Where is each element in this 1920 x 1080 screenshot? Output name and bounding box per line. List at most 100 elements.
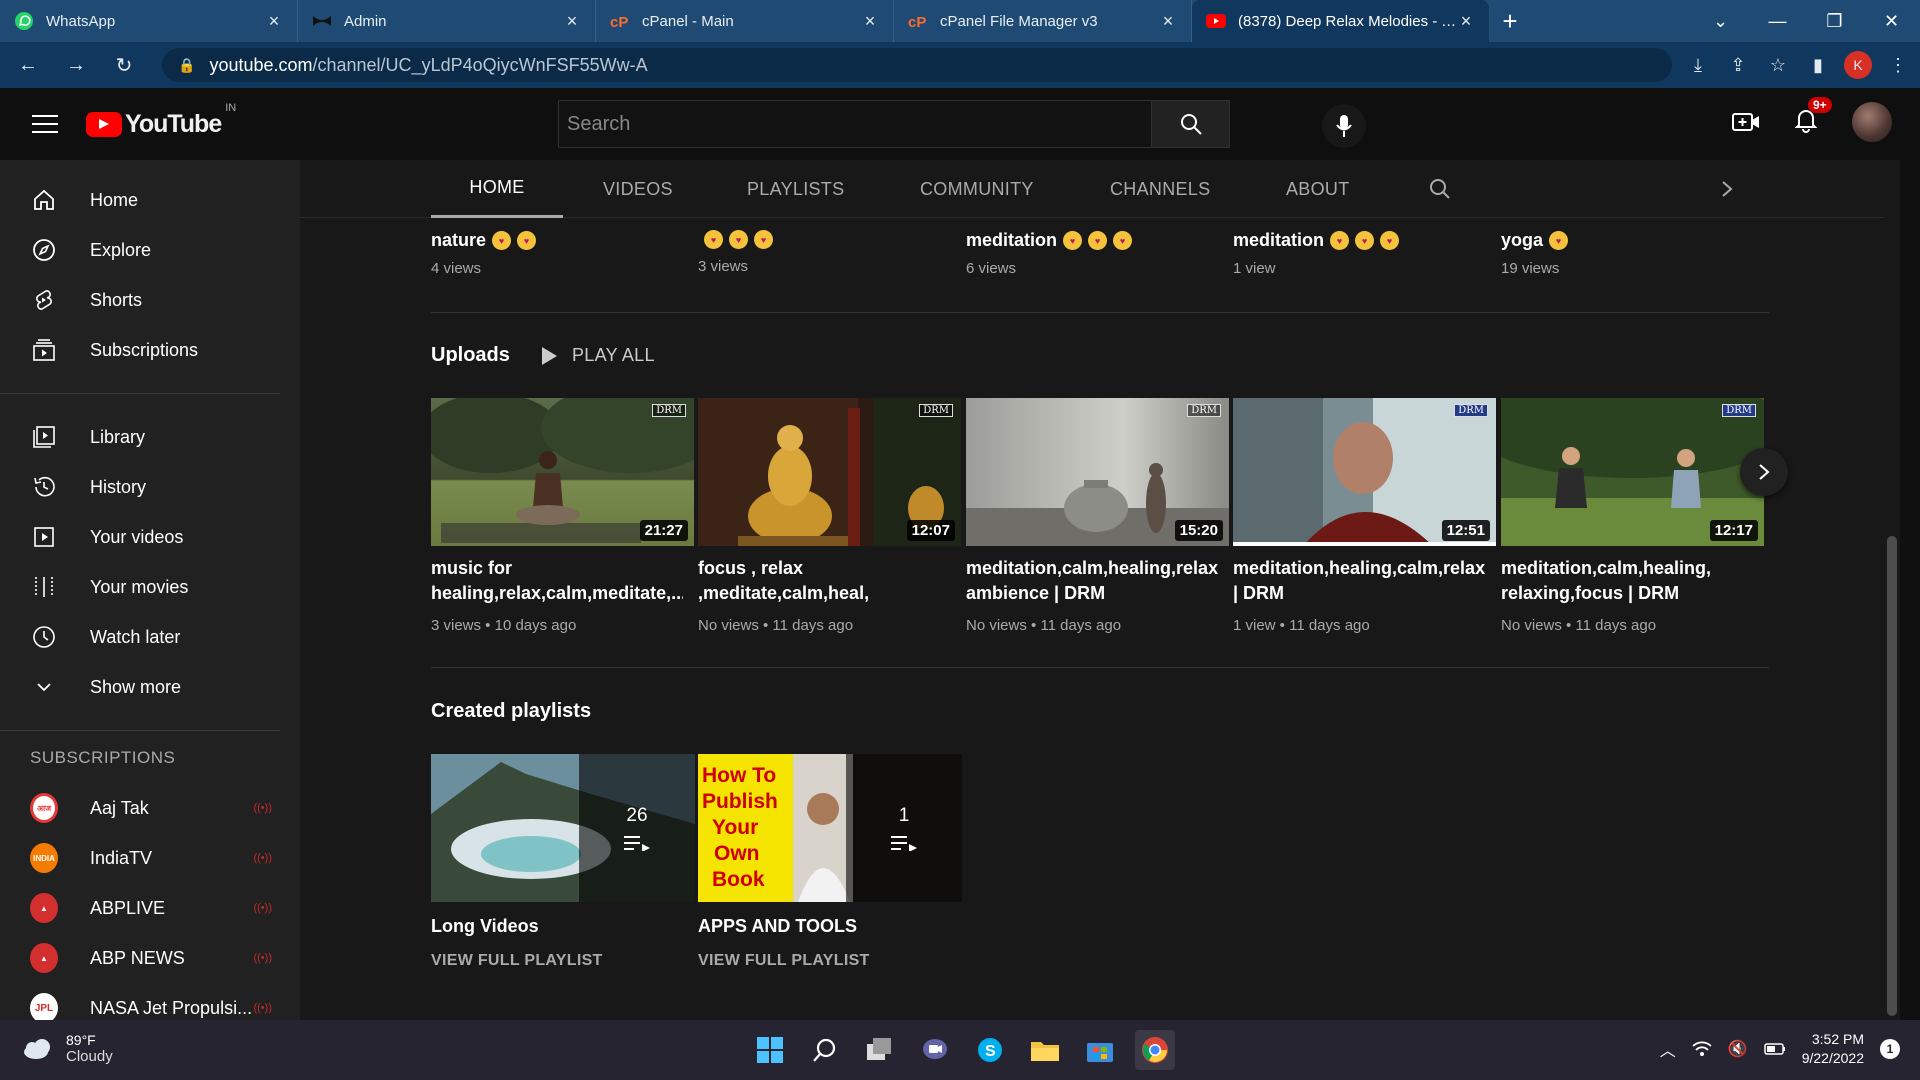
chat-icon[interactable] bbox=[915, 1030, 955, 1070]
subscription-abplive[interactable]: ▲ ABPLIVE ((•)) bbox=[0, 883, 300, 933]
video-card[interactable]: ♥ ♥ ♥ 3 views bbox=[698, 230, 960, 275]
battery-icon[interactable] bbox=[1763, 1043, 1786, 1055]
subscription-aaj-tak[interactable]: आज Aaj Tak ((•)) bbox=[0, 783, 300, 833]
tab-home[interactable]: HOME bbox=[431, 160, 563, 218]
system-clock[interactable]: 3:52 PM 9/22/2022 bbox=[1802, 1030, 1864, 1068]
close-icon[interactable]: × bbox=[1457, 11, 1475, 32]
video-card[interactable]: meditation ♥ ♥ ♥ 6 views bbox=[966, 230, 1228, 277]
scrollbar-thumb[interactable] bbox=[1887, 536, 1897, 1016]
video-thumbnail[interactable]: DRM 15:20 bbox=[966, 398, 1229, 546]
chevron-up-icon[interactable]: ︿ bbox=[1660, 1037, 1676, 1061]
sidebar-item-history[interactable]: History bbox=[0, 462, 300, 512]
voice-search-button[interactable] bbox=[1322, 104, 1366, 148]
reload-button[interactable]: ↻ bbox=[104, 45, 144, 85]
uploads-heading[interactable]: Uploads bbox=[431, 344, 510, 367]
tab-community[interactable]: COMMUNITY bbox=[920, 160, 1034, 218]
forward-button[interactable]: → bbox=[56, 45, 96, 85]
drm-badge: DRM bbox=[1187, 404, 1221, 417]
video-title[interactable]: meditation,healing,calm,relaxi | DRM bbox=[1233, 556, 1485, 608]
playlist-title[interactable]: Long Videos bbox=[431, 916, 539, 937]
minimize-button[interactable]: — bbox=[1749, 0, 1806, 42]
account-avatar[interactable] bbox=[1852, 102, 1892, 142]
sidebar-item-home[interactable]: Home bbox=[0, 175, 300, 225]
close-window-button[interactable]: ✕ bbox=[1863, 0, 1920, 42]
tab-search-icon[interactable]: ⌄ bbox=[1692, 0, 1749, 42]
create-video-icon[interactable] bbox=[1732, 111, 1760, 133]
new-tab-button[interactable]: + bbox=[1490, 0, 1530, 42]
back-button[interactable]: ← bbox=[8, 45, 48, 85]
bookmark-star-icon[interactable]: ☆ bbox=[1764, 51, 1792, 79]
microsoft-store-icon[interactable] bbox=[1080, 1030, 1120, 1070]
channel-content: nature ♥ ♥ 4 views ♥ ♥ ♥ 3 views meditation ♥… bbox=[300, 160, 1900, 1020]
speaker-muted-icon[interactable]: 🔇 bbox=[1728, 1039, 1748, 1059]
video-thumbnail[interactable]: DRM 21:27 bbox=[431, 398, 694, 546]
menu-kebab-icon[interactable]: ⋮ bbox=[1884, 51, 1912, 79]
search-button[interactable] bbox=[1152, 100, 1230, 148]
sidebar-item-your-videos[interactable]: Your videos bbox=[0, 512, 300, 562]
tab-cpanel-main[interactable]: cP cPanel - Main × bbox=[596, 0, 894, 42]
close-icon[interactable]: × bbox=[1159, 11, 1177, 32]
chevron-right-icon[interactable] bbox=[1720, 160, 1734, 218]
file-explorer-icon[interactable] bbox=[1025, 1030, 1065, 1070]
sidebar-item-your-movies[interactable]: Your movies bbox=[0, 562, 300, 612]
video-title[interactable]: focus , relax ,meditate,calm,heal, ambie… bbox=[698, 556, 950, 608]
hamburger-menu-icon[interactable] bbox=[32, 109, 58, 139]
page-scrollbar[interactable] bbox=[1884, 160, 1900, 1020]
sidebar-item-subscriptions[interactable]: Subscriptions bbox=[0, 325, 300, 375]
wifi-icon[interactable] bbox=[1692, 1041, 1712, 1057]
share-icon[interactable]: ⇪ bbox=[1724, 51, 1752, 79]
install-icon[interactable]: ⤓ bbox=[1684, 51, 1712, 79]
video-thumbnail[interactable]: DRM 12:51 bbox=[1233, 398, 1496, 546]
playlist-thumbnail[interactable]: 26 bbox=[431, 754, 695, 902]
notifications-button[interactable]: 9+ bbox=[1794, 96, 1832, 138]
restore-button[interactable]: ❐ bbox=[1806, 0, 1863, 42]
video-thumbnail[interactable]: DRM 12:07 bbox=[698, 398, 961, 546]
video-title[interactable]: music for healing,relax,calm,meditate,..… bbox=[431, 556, 683, 608]
tab-cpanel-file-manager[interactable]: cP cPanel File Manager v3 × bbox=[894, 0, 1192, 42]
tab-videos[interactable]: VIDEOS bbox=[603, 160, 673, 218]
sidebar-item-show-more[interactable]: Show more bbox=[0, 662, 300, 712]
side-panel-icon[interactable]: ▮ bbox=[1804, 51, 1832, 79]
search-icon[interactable] bbox=[805, 1030, 845, 1070]
tab-playlists[interactable]: PLAYLISTS bbox=[747, 160, 844, 218]
video-card[interactable]: meditation ♥ ♥ ♥ 1 view bbox=[1233, 230, 1495, 277]
tab-about[interactable]: ABOUT bbox=[1286, 160, 1350, 218]
close-icon[interactable]: × bbox=[563, 11, 581, 32]
carousel-next-button[interactable] bbox=[1740, 448, 1788, 496]
lock-icon[interactable]: 🔒 bbox=[178, 57, 195, 74]
subscription-abp-news[interactable]: ▲ ABP NEWS ((•)) bbox=[0, 933, 300, 983]
windows-start-icon[interactable] bbox=[750, 1030, 790, 1070]
subscription-nasa-jpl[interactable]: JPL NASA Jet Propulsi... ((•)) bbox=[0, 983, 300, 1020]
profile-avatar[interactable]: K bbox=[1844, 51, 1872, 79]
sidebar-item-watch-later[interactable]: Watch later bbox=[0, 612, 300, 662]
weather-widget[interactable]: 89°F Cloudy bbox=[22, 1032, 113, 1065]
chrome-icon[interactable] bbox=[1135, 1030, 1175, 1070]
playlist-title[interactable]: APPS AND TOOLS bbox=[698, 916, 857, 937]
video-title[interactable]: meditation,calm,healing, relaxing,focus … bbox=[1501, 556, 1753, 608]
close-icon[interactable]: × bbox=[861, 11, 879, 32]
url-input[interactable]: 🔒 youtube.com/channel/UC_yLdP4oQiycWnFSF… bbox=[162, 48, 1672, 82]
subscription-indiatv[interactable]: INDIA IndiaTV ((•)) bbox=[0, 833, 300, 883]
video-card[interactable]: nature ♥ ♥ 4 views bbox=[431, 230, 693, 277]
video-card[interactable]: yoga ♥ 19 views bbox=[1501, 230, 1763, 277]
view-full-playlist-link[interactable]: VIEW FULL PLAYLIST bbox=[698, 952, 870, 970]
tab-whatsapp[interactable]: WhatsApp × bbox=[0, 0, 298, 42]
skype-icon[interactable]: S bbox=[970, 1030, 1010, 1070]
youtube-logo[interactable]: YouTube IN bbox=[86, 102, 236, 139]
tab-youtube[interactable]: (8378) Deep Relax Melodies - You × bbox=[1192, 0, 1490, 42]
close-icon[interactable]: × bbox=[265, 11, 283, 32]
sidebar-item-explore[interactable]: Explore bbox=[0, 225, 300, 275]
search-input[interactable]: Search bbox=[558, 100, 1152, 148]
notification-center-badge[interactable]: 1 bbox=[1880, 1039, 1900, 1059]
tab-channels[interactable]: CHANNELS bbox=[1110, 160, 1210, 218]
view-full-playlist-link[interactable]: VIEW FULL PLAYLIST bbox=[431, 952, 603, 970]
play-all-button[interactable]: PLAY ALL bbox=[540, 345, 655, 366]
video-title[interactable]: meditation,calm,healing,relaxa ambience … bbox=[966, 556, 1218, 608]
sidebar-item-shorts[interactable]: Shorts bbox=[0, 275, 300, 325]
sidebar-item-library[interactable]: Library bbox=[0, 412, 300, 462]
channel-search-icon[interactable] bbox=[1428, 160, 1452, 218]
task-view-icon[interactable] bbox=[860, 1030, 900, 1070]
tab-admin[interactable]: Admin × bbox=[298, 0, 596, 42]
video-thumbnail[interactable]: DRM 12:17 bbox=[1501, 398, 1764, 546]
playlist-thumbnail[interactable]: How To Publish Your Own Book 1 bbox=[698, 754, 962, 902]
